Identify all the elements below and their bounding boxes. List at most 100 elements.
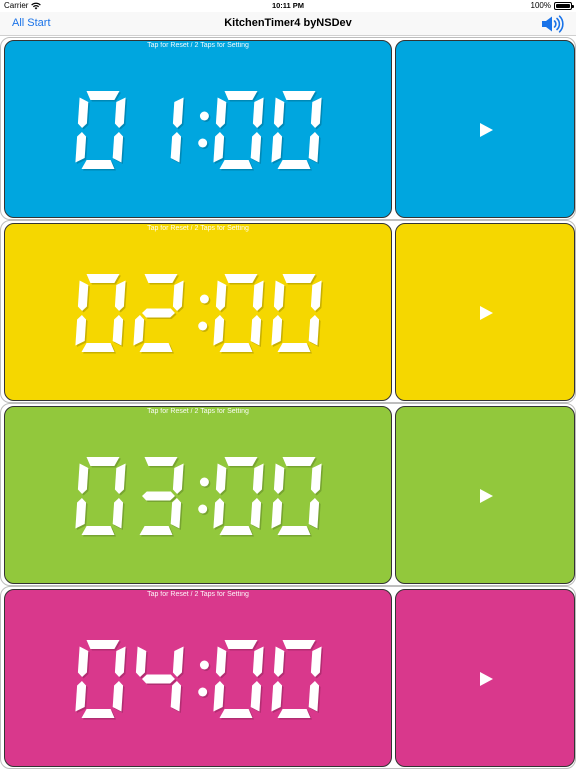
timer-digits	[75, 457, 327, 537]
timer-display-panel[interactable]: Tap for Reset / 2 Taps for Setting	[4, 589, 392, 767]
timer-hint: Tap for Reset / 2 Taps for Setting	[147, 225, 249, 232]
colon-dot	[199, 660, 209, 670]
digit-segment	[277, 343, 311, 352]
timer-digits	[75, 274, 327, 354]
timer-row: Tap for Reset / 2 Taps for Setting	[0, 586, 576, 769]
play-button[interactable]	[395, 223, 575, 401]
digit-segment	[277, 160, 311, 169]
timer-display-panel[interactable]: Tap for Reset / 2 Taps for Setting	[4, 40, 392, 218]
digit-segment	[224, 91, 258, 100]
digit-segment	[75, 315, 87, 346]
digit-segment	[133, 315, 145, 346]
digit-segment	[86, 457, 120, 466]
navigation-bar: All Start KitchenTimer4 byNSDev	[0, 12, 576, 36]
digit-segment	[273, 463, 285, 494]
digit-segment	[271, 498, 283, 529]
digit-segment	[282, 457, 316, 466]
digit-segment	[271, 681, 283, 712]
play-icon	[480, 672, 493, 686]
digit-segment	[219, 709, 253, 718]
digit-segment	[135, 646, 147, 677]
digit-segment	[139, 343, 173, 352]
digit-segment	[112, 132, 124, 163]
digit-segment	[86, 274, 120, 283]
digit-segment	[250, 315, 262, 346]
digit-segment	[224, 457, 258, 466]
digit-segment	[77, 280, 89, 311]
colon-dot	[198, 504, 208, 514]
digit-segment	[250, 498, 262, 529]
timer-hint: Tap for Reset / 2 Taps for Setting	[147, 591, 249, 598]
digit-segment	[170, 132, 182, 163]
digit-segment	[271, 132, 283, 163]
digit-segment	[112, 315, 124, 346]
timer-row: Tap for Reset / 2 Taps for Setting	[0, 220, 576, 403]
digit-segment	[142, 308, 175, 318]
colon-dot	[199, 294, 209, 304]
digit-segment	[81, 526, 115, 535]
timer-display-panel[interactable]: Tap for Reset / 2 Taps for Setting	[4, 406, 392, 584]
digit-segment	[277, 709, 311, 718]
digit-segment	[75, 132, 87, 163]
digit-segment	[273, 646, 285, 677]
digit-segment	[273, 97, 285, 128]
digit-segment	[219, 160, 253, 169]
timer-hint: Tap for Reset / 2 Taps for Setting	[147, 42, 249, 49]
digit-segment	[86, 91, 120, 100]
digit-segment	[224, 274, 258, 283]
digit-segment	[75, 498, 87, 529]
status-bar: Carrier 10:11 PM 100%	[0, 0, 576, 12]
digit-segment	[224, 640, 258, 649]
timer-hint: Tap for Reset / 2 Taps for Setting	[147, 408, 249, 415]
battery-indicator: 100%	[530, 1, 574, 10]
digit-segment	[282, 91, 316, 100]
digit-segment	[77, 97, 89, 128]
digit-segment	[219, 343, 253, 352]
timer-list: Tap for Reset / 2 Taps for Setting Tap f…	[0, 37, 576, 769]
play-button[interactable]	[395, 406, 575, 584]
timer-display-panel[interactable]: Tap for Reset / 2 Taps for Setting	[4, 223, 392, 401]
digit-segment	[308, 315, 320, 346]
speaker-volume-icon[interactable]	[540, 15, 566, 33]
digit-segment	[219, 526, 253, 535]
play-icon	[480, 306, 493, 320]
battery-icon	[554, 1, 574, 10]
timer-row: Tap for Reset / 2 Taps for Setting	[0, 37, 576, 220]
digit-segment	[144, 274, 178, 283]
digit-segment	[215, 463, 227, 494]
timer-digits	[75, 91, 327, 171]
digit-segment	[170, 498, 182, 529]
colon-dot	[199, 111, 209, 121]
page-title: KitchenTimer4 byNSDev	[224, 17, 352, 29]
digit-segment	[250, 681, 262, 712]
play-icon	[480, 489, 493, 503]
colon-dot	[198, 138, 208, 148]
battery-percent: 100%	[530, 1, 551, 10]
colon-dot	[198, 321, 208, 331]
play-button[interactable]	[395, 589, 575, 767]
digit-segment	[308, 498, 320, 529]
digit-segment	[213, 315, 225, 346]
digit-segment	[112, 498, 124, 529]
digit-segment	[75, 681, 87, 712]
timer-digits	[75, 640, 327, 720]
digit-segment	[215, 97, 227, 128]
digit-segment	[77, 646, 89, 677]
digit-segment	[282, 274, 316, 283]
digit-segment	[139, 526, 173, 535]
status-time: 10:11 PM	[271, 1, 305, 10]
digit-segment	[142, 491, 175, 501]
play-button[interactable]	[395, 40, 575, 218]
timer-row: Tap for Reset / 2 Taps for Setting	[0, 403, 576, 586]
digit-segment	[250, 132, 262, 163]
digit-segment	[77, 463, 89, 494]
colon-dot	[199, 477, 209, 487]
play-icon	[480, 123, 493, 137]
digit-segment	[273, 280, 285, 311]
digit-segment	[213, 681, 225, 712]
digit-segment	[144, 457, 178, 466]
digit-segment	[308, 132, 320, 163]
digit-segment	[112, 681, 124, 712]
digit-segment	[170, 681, 182, 712]
colon-dot	[198, 687, 208, 697]
